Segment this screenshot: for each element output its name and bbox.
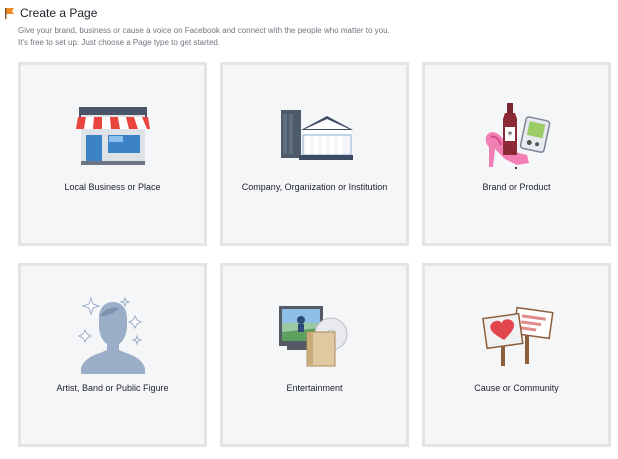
category-grid: Local Business or Place Company, Organiz… [18,62,612,454]
category-card-brand-product[interactable]: * Brand or Product [422,62,611,246]
media-icon [278,306,347,367]
products-icon: * [485,103,550,169]
title-row: Create a Page [4,5,604,21]
category-card-cause[interactable]: Cause or Community [422,263,611,447]
signs-icon [481,306,554,366]
building-icon [280,110,353,160]
svg-text:*: * [507,130,512,141]
flag-icon [5,8,14,19]
subtitle-line-2: It's free to set up. Just choose a Page … [18,38,221,47]
category-label: Cause or Community [474,383,559,393]
person-silhouette-icon [77,296,145,374]
page-title: Create a Page [20,6,98,20]
category-card-entertainment[interactable]: Entertainment [220,263,409,447]
category-label: Local Business or Place [64,182,161,192]
subtitle-line-1: Give your brand, business or cause a voi… [18,26,390,35]
category-card-company[interactable]: Company, Organization or Institution [220,62,409,246]
category-card-artist[interactable]: Artist, Band or Public Figure [18,263,207,447]
category-card-local-business[interactable]: Local Business or Place [18,62,207,246]
category-label: Entertainment [286,383,343,393]
category-label: Artist, Band or Public Figure [56,383,169,393]
page-header: Create a Page Give your brand, business … [4,5,604,49]
storefront-icon [75,107,150,165]
category-label: Company, Organization or Institution [241,182,388,192]
category-label: Brand or Product [482,182,551,192]
